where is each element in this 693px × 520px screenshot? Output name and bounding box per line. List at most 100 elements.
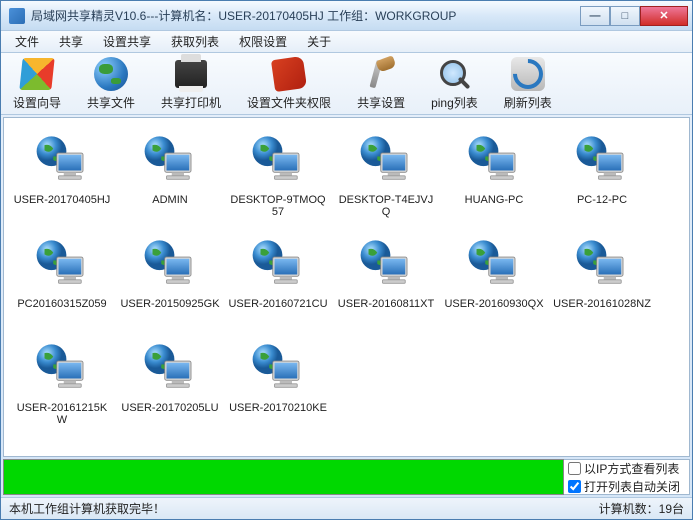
computer-icon [250,132,306,188]
computer-item[interactable]: ADMIN [116,126,224,230]
computer-globe-icon [466,236,522,292]
computer-item[interactable]: PC-12-PC [548,126,656,230]
computer-label: USER-20170405HJ [14,194,111,206]
computer-globe-icon [574,236,630,292]
auto-close-label: 打开列表自动关闭 [584,478,680,495]
computer-icon [574,132,630,188]
ip-view-checkbox[interactable] [568,462,581,475]
menu-share-settings[interactable]: 设置共享 [93,31,161,52]
option-ip-view[interactable]: 以IP方式查看列表 [568,460,685,477]
book-icon [271,56,307,92]
minimize-button[interactable] [580,6,610,26]
computer-globe-icon [34,132,90,188]
menu-share[interactable]: 共享 [49,31,93,52]
tool-label: 共享设置 [357,94,405,111]
tool-label: ping列表 [431,94,478,111]
bottom-panel: 以IP方式查看列表 打开列表自动关闭 [3,459,690,495]
menu-get-list[interactable]: 获取列表 [161,31,229,52]
computer-label: ADMIN [152,194,187,206]
computer-item[interactable]: PC20160315Z059 [8,230,116,334]
computer-label: USER-20160930QX [444,298,543,310]
computer-label: USER-20160811XT [338,298,434,310]
computer-globe-icon [142,340,198,396]
computer-item[interactable]: USER-20150925GK [116,230,224,334]
printer-icon [173,56,209,92]
computer-label: USER-20160721CU [228,298,327,310]
computer-icon [142,236,198,292]
tool-label: 设置向导 [13,94,61,111]
computer-item[interactable]: DESKTOP-T4EJVJQ [332,126,440,230]
computer-globe-icon [574,132,630,188]
computer-list[interactable]: USER-20170405HJ ADMIN DESKTOP-9TMOQ57 DE… [3,117,690,457]
computer-item[interactable]: DESKTOP-9TMOQ57 [224,126,332,230]
maximize-button[interactable] [610,6,640,26]
tool-folder-permissions[interactable]: 设置文件夹权限 [243,54,335,113]
tool-label: 设置文件夹权限 [247,94,331,111]
progress-bar [3,459,564,495]
refresh-icon [510,56,546,92]
menubar: 文件 共享 设置共享 获取列表 权限设置 关于 [1,31,692,53]
tool-label: 共享打印机 [161,94,221,111]
computer-icon [358,236,414,292]
menu-about[interactable]: 关于 [297,31,341,52]
computer-globe-icon [358,236,414,292]
tool-share-files[interactable]: 共享文件 [83,54,139,113]
computer-label: USER-20170210KE [229,402,327,414]
computer-icon [574,236,630,292]
auto-close-checkbox[interactable] [568,480,581,493]
computer-item[interactable]: USER-20170405HJ [8,126,116,230]
menu-permissions[interactable]: 权限设置 [229,31,297,52]
computer-label: USER-20161028NZ [553,298,651,310]
computer-icon [466,132,522,188]
tool-ping-list[interactable]: ping列表 [427,54,482,113]
app-icon [9,8,25,24]
computer-label: DESKTOP-T4EJVJQ [336,194,436,218]
computer-label: USER-20161215KW [12,402,112,426]
computer-icon [142,132,198,188]
tool-share-printer[interactable]: 共享打印机 [157,54,225,113]
computer-item[interactable]: USER-20170210KE [224,334,332,438]
close-button[interactable] [640,6,688,26]
tool-share-settings[interactable]: 共享设置 [353,54,409,113]
computer-icon [250,236,306,292]
windows-logo-icon [19,56,55,92]
computer-icon [358,132,414,188]
menu-file[interactable]: 文件 [5,31,49,52]
window-title: 局域网共享精灵V10.6---计算机名：USER-20170405HJ 工作组：… [31,7,580,24]
computer-icon [466,236,522,292]
computer-label: PC-12-PC [577,194,627,206]
computer-item[interactable]: USER-20160811XT [332,230,440,334]
computer-item[interactable]: USER-20160930QX [440,230,548,334]
toolbar: 设置向导 共享文件 共享打印机 设置文件夹权限 共享设置 ping列表 刷新列表 [1,53,692,115]
computer-item[interactable]: HUANG-PC [440,126,548,230]
computer-item[interactable]: USER-20160721CU [224,230,332,334]
globe-icon [93,56,129,92]
tool-refresh-list[interactable]: 刷新列表 [500,54,556,113]
option-auto-close[interactable]: 打开列表自动关闭 [568,478,685,495]
tool-label: 共享文件 [87,94,135,111]
statusbar: 本机工作组计算机获取完毕！ 计算机数：19台 [1,497,692,519]
computer-item[interactable]: USER-20161028NZ [548,230,656,334]
status-right: 计算机数：19台 [599,500,684,517]
window-controls [580,6,688,26]
computer-globe-icon [34,236,90,292]
computer-icon [34,340,90,396]
computer-icon [34,132,90,188]
ip-view-label: 以IP方式查看列表 [584,460,679,477]
computer-label: HUANG-PC [465,194,524,206]
computer-icon [250,340,306,396]
computer-item[interactable]: USER-20170205LU [116,334,224,438]
computer-icon [142,340,198,396]
magnify-icon [436,56,472,92]
computer-globe-icon [250,132,306,188]
tools-icon [363,56,399,92]
computer-globe-icon [250,340,306,396]
computer-label: USER-20150925GK [120,298,219,310]
status-left: 本机工作组计算机获取完毕！ [9,500,165,517]
titlebar: 局域网共享精灵V10.6---计算机名：USER-20170405HJ 工作组：… [1,1,692,31]
main-window: 局域网共享精灵V10.6---计算机名：USER-20170405HJ 工作组：… [0,0,693,520]
computer-item[interactable]: USER-20161215KW [8,334,116,438]
tool-setup-wizard[interactable]: 设置向导 [9,54,65,113]
tool-label: 刷新列表 [504,94,552,111]
computer-globe-icon [34,340,90,396]
